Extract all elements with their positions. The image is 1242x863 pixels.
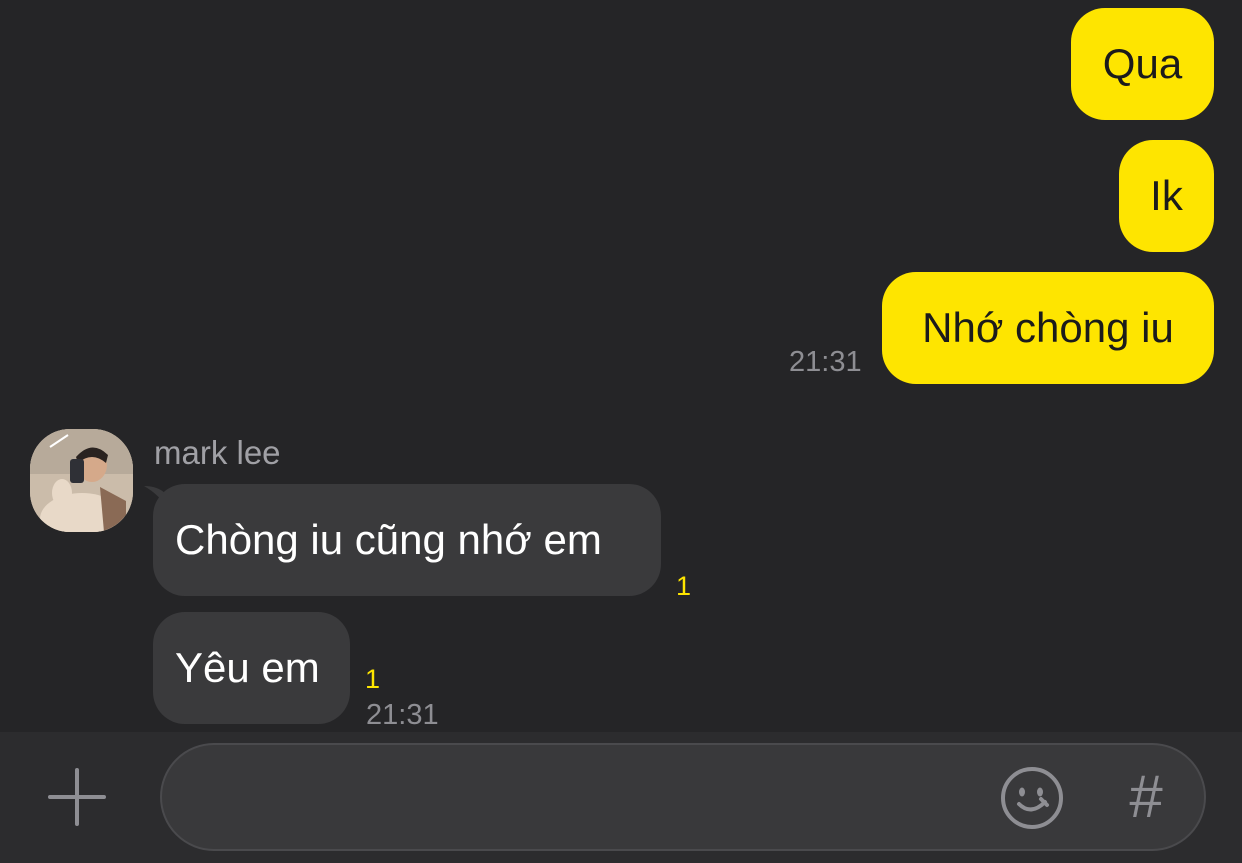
avatar-photo [30, 429, 133, 532]
outgoing-message[interactable]: Ik [1119, 140, 1214, 252]
outgoing-message[interactable]: Nhớ chòng iu [882, 272, 1214, 384]
message-input[interactable] [192, 745, 996, 851]
sender-name: mark lee [154, 434, 281, 471]
message-text: Ik [1150, 172, 1183, 219]
avatar[interactable] [30, 429, 133, 532]
outgoing-message[interactable]: Qua [1071, 8, 1214, 120]
message-timestamp: 21:31 [789, 346, 862, 378]
unread-count: 1 [676, 571, 692, 601]
emoji-icon[interactable] [1000, 766, 1064, 830]
incoming-message[interactable]: Yêu em [153, 612, 350, 724]
message-text: Nhớ chòng iu [922, 304, 1174, 351]
message-timestamp: 21:31 [366, 699, 439, 731]
chat-area[interactable]: Qua Ik Nhớ chòng iu 21:31 mark lee Chòng… [0, 0, 1242, 732]
unread-count: 1 [365, 664, 381, 694]
message-text: Chòng iu cũng nhớ em [175, 516, 602, 563]
plus-icon[interactable] [48, 768, 106, 826]
incoming-message[interactable]: Chòng iu cũng nhớ em [153, 484, 661, 596]
message-text: Yêu em [175, 644, 320, 691]
hashtag-icon[interactable]: # [1120, 764, 1172, 830]
message-text: Qua [1102, 40, 1183, 87]
